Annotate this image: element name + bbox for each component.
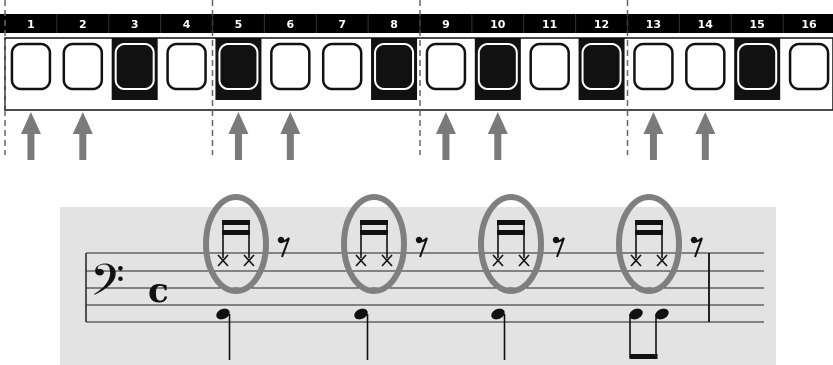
inactive-step-button (62, 42, 104, 91)
inactive-step-button (270, 42, 311, 91)
inactive-step-button (10, 42, 52, 91)
active-step-button (477, 43, 518, 90)
step-number-label: 10 (490, 18, 506, 31)
step-number-label: 16 (801, 18, 817, 31)
up-arrow-icon (280, 112, 301, 134)
note-beam (635, 220, 663, 225)
step-5: 5 (212, 14, 262, 160)
step-sequencer: 1 2 3 4 5 6 7 8 9 10 11 12 13 14 15 16 (0, 0, 833, 160)
inactive-step-button (321, 42, 363, 91)
arrow-shaft (442, 130, 450, 160)
inactive-step-button (166, 42, 207, 91)
arrow-shaft (79, 130, 87, 160)
up-arrow-icon (643, 112, 664, 134)
up-arrow-icon (20, 112, 41, 134)
note-beam (222, 220, 250, 225)
step-number-label: 5 (235, 18, 243, 31)
step-number-label: 8 (390, 18, 398, 31)
kick-beam (629, 354, 658, 359)
step-number-label: 14 (698, 18, 714, 31)
step-number-label: 13 (646, 18, 661, 31)
arrow-shaft (286, 130, 294, 160)
note-beam (360, 230, 388, 235)
up-arrow-icon (695, 112, 716, 134)
up-arrow-icon (435, 112, 456, 134)
step-number-label: 3 (131, 18, 139, 31)
arrow-shaft (701, 130, 709, 160)
arrow-shaft (494, 130, 502, 160)
inactive-step-button (529, 42, 570, 91)
bass-clef-icon: 𝄢 (90, 254, 125, 317)
up-arrow-icon (72, 112, 93, 134)
step-number-label: 6 (286, 18, 294, 31)
inactive-step-button (685, 42, 726, 91)
time-signature: c (148, 271, 169, 311)
step-number-label: 15 (750, 18, 765, 31)
music-notation: 𝄢 c (60, 194, 776, 365)
inactive-step-button (425, 42, 467, 91)
step-number-label: 9 (442, 18, 450, 31)
active-step-button (581, 43, 622, 90)
step-number-label: 4 (183, 18, 191, 31)
active-step-button (374, 43, 415, 90)
inactive-step-button (633, 42, 674, 91)
active-step-button (737, 43, 778, 90)
step-number-label: 12 (594, 18, 609, 31)
note-beam (360, 220, 388, 225)
active-step-button (114, 43, 155, 90)
note-beam (497, 220, 525, 225)
step-number-label: 11 (542, 18, 557, 31)
up-arrow-icon (228, 112, 249, 134)
inactive-step-button (788, 42, 830, 91)
step-number-label: 2 (79, 18, 87, 31)
active-step-button (218, 43, 259, 90)
arrow-shaft (27, 130, 35, 160)
note-beam (497, 230, 525, 235)
step-10: 10 (471, 14, 521, 160)
arrow-shaft (234, 130, 242, 160)
arrow-shaft (649, 130, 657, 160)
drum-pattern-diagram: 1 2 3 4 5 6 7 8 9 10 11 12 13 14 15 16 𝄢 c (0, 0, 833, 365)
up-arrow-icon (487, 112, 508, 134)
note-beam (635, 230, 663, 235)
note-beam (222, 230, 250, 235)
step-number-label: 7 (338, 18, 346, 31)
step-number-label: 1 (27, 18, 35, 31)
